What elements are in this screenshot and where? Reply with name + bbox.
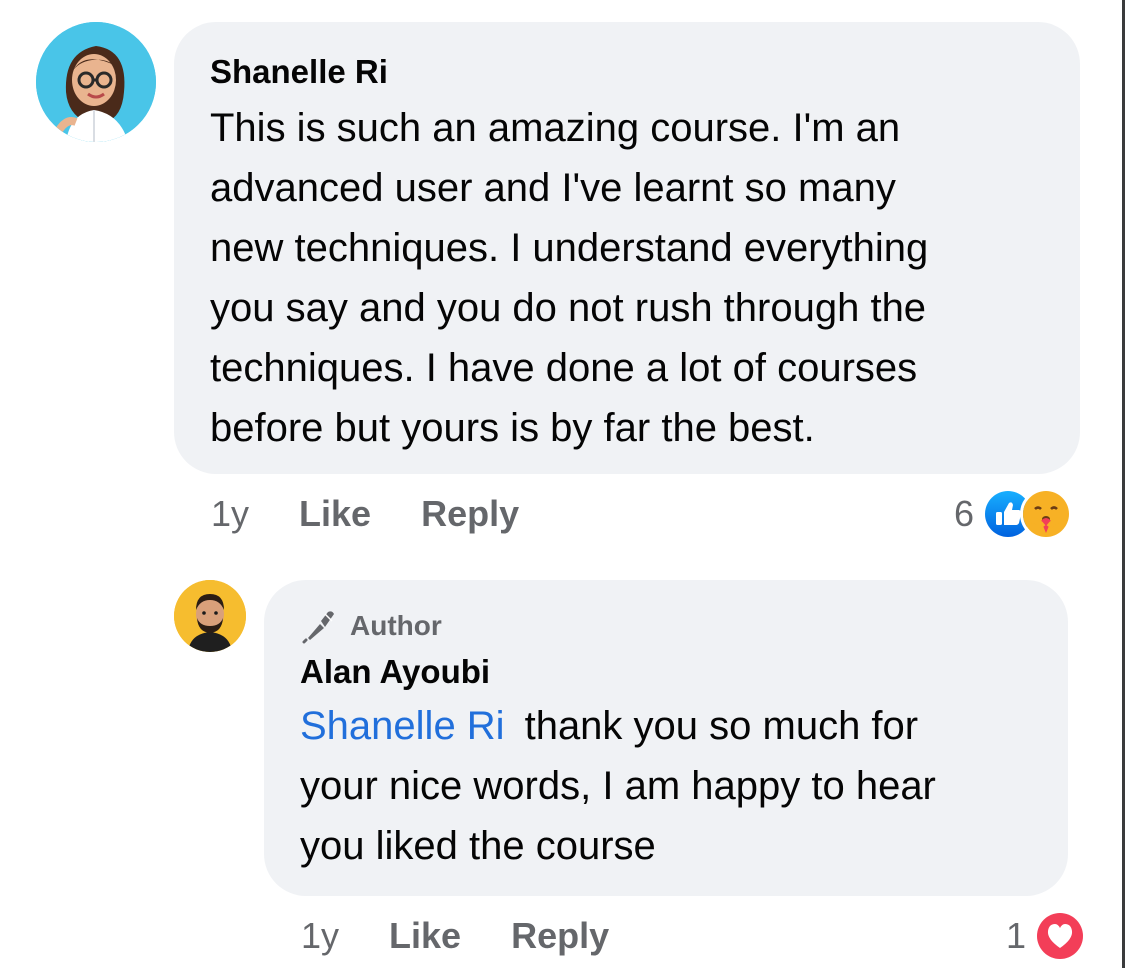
comment-actions: 1y Like Reply — [211, 490, 569, 538]
comment-author[interactable]: Shanelle Ri — [210, 52, 1044, 92]
reply-text: Shanelle Ri thank you so much for your ni… — [300, 696, 1032, 876]
mention-link[interactable]: Shanelle Ri — [300, 704, 505, 748]
love-icon — [1034, 910, 1087, 962]
reply-text-line: you liked the course — [300, 824, 656, 868]
reply-text-line: your nice words, I am happy to hear — [300, 764, 936, 808]
reply-text-line: Shanelle Ri thank you so much for — [300, 696, 1032, 756]
reply-actions: 1y Like Reply — [301, 912, 659, 960]
comment-text-line: before but yours is by far the best. — [210, 406, 815, 450]
comment-text-line: techniques. I have done a lot of courses — [210, 346, 918, 390]
author-badge: Author — [300, 608, 1032, 644]
microphone-icon — [302, 611, 334, 644]
reaction-count: 6 — [954, 493, 975, 534]
reaction-count: 1 — [1006, 915, 1027, 956]
comment-text-line: new techniques. I understand everything — [210, 226, 929, 270]
reply-author[interactable]: Alan Ayoubi — [300, 652, 1032, 692]
avatar[interactable] — [36, 22, 156, 142]
reaction-summary[interactable]: 1 — [1006, 910, 1087, 962]
like-button[interactable]: Like — [389, 915, 461, 957]
comment-bubble: Shanelle Ri This is such an amazing cour… — [174, 22, 1080, 474]
care-icon — [1020, 488, 1073, 540]
reaction-summary[interactable]: 6 — [954, 488, 1073, 540]
comment-text-line: you say and you do not rush through the — [210, 286, 927, 330]
avatar-illustration — [36, 22, 156, 142]
reply-bubble: Author Alan Ayoubi Shanelle Ri thank you … — [264, 580, 1068, 896]
reply-button[interactable]: Reply — [511, 915, 609, 957]
comment-text-line: This is such an amazing course. I'm an — [210, 106, 901, 150]
reply-timestamp[interactable]: 1y — [301, 915, 339, 957]
avatar-illustration — [174, 580, 246, 652]
author-badge-label: Author — [350, 610, 442, 641]
comment-timestamp[interactable]: 1y — [211, 493, 249, 535]
reply-button[interactable]: Reply — [421, 493, 519, 535]
reply-text-first: thank you so much for — [524, 704, 919, 748]
comment-text-line: advanced user and I've learnt so many — [210, 166, 896, 210]
comment-text: This is such an amazing course. I'm an a… — [210, 98, 1044, 458]
avatar[interactable] — [174, 580, 246, 652]
like-button[interactable]: Like — [299, 493, 371, 535]
